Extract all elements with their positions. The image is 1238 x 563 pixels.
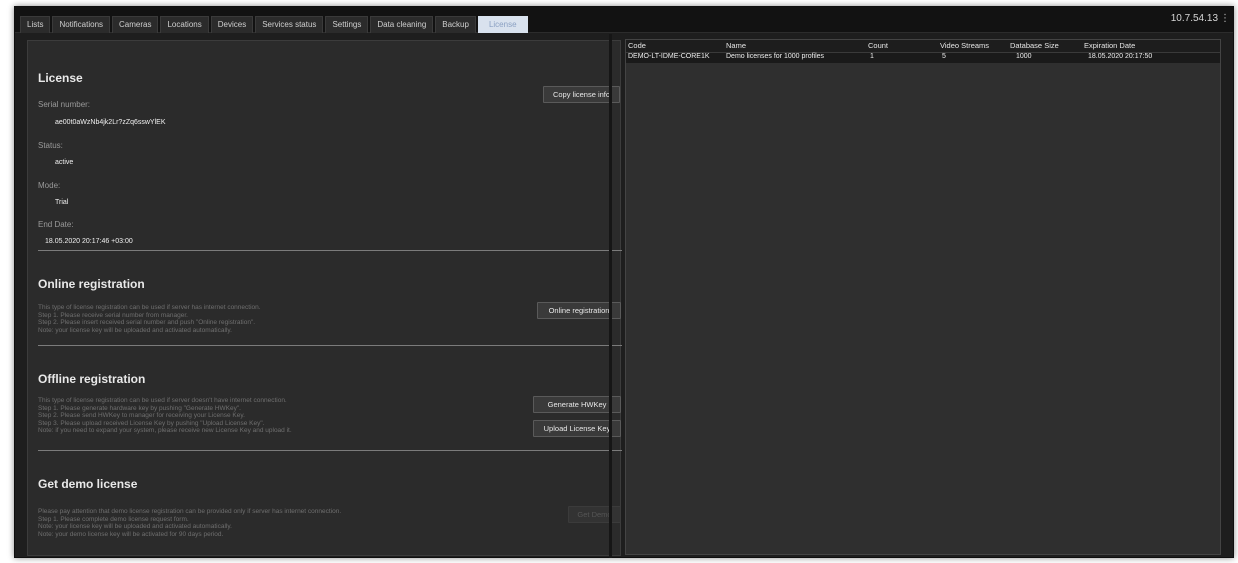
table-row[interactable]: DEMO-LT-IDME-CORE1K Demo licenses for 10…	[626, 53, 1220, 63]
serial-number-value: ae00t0aWzNb4jk2Lr?zZq6sswYlEK	[55, 119, 166, 126]
cell-code: DEMO-LT-IDME-CORE1K	[628, 53, 710, 60]
tab-locations[interactable]: Locations	[160, 16, 209, 33]
demo-license-instructions: Please pay attention that demo license r…	[38, 508, 342, 538]
demo-license-heading: Get demo license	[38, 477, 138, 491]
tab-data-cleaning[interactable]: Data cleaning	[370, 16, 434, 33]
cell-expiration-date: 18.05.2020 20:17:50	[1088, 53, 1153, 60]
tab-notifications[interactable]: Notifications	[52, 16, 111, 33]
status-value: active	[55, 159, 74, 166]
main-window: Lists Notifications Cameras Locations De…	[14, 6, 1234, 558]
upload-license-key-button[interactable]: Upload License Key	[533, 420, 621, 437]
serial-number-label: Serial number:	[38, 100, 91, 109]
column-header-expiration-date[interactable]: Expiration Date	[1084, 41, 1135, 50]
cell-video-streams: 5	[942, 53, 946, 60]
column-header-database-size[interactable]: Database Size	[1010, 41, 1059, 50]
online-registration-heading: Online registration	[38, 277, 145, 291]
tab-settings[interactable]: Settings	[325, 16, 369, 33]
status-label: Status:	[38, 141, 63, 150]
tab-backup[interactable]: Backup	[435, 16, 476, 33]
offline-registration-heading: Offline registration	[38, 372, 146, 386]
mode-value: Trial	[55, 199, 69, 206]
menu-icon[interactable]: ⋮	[1220, 13, 1230, 24]
section-divider	[38, 250, 622, 251]
tab-lists[interactable]: Lists	[20, 16, 51, 33]
top-bar: Lists Notifications Cameras Locations De…	[15, 7, 1233, 33]
generate-hwkey-button[interactable]: Generate HWKey	[533, 396, 621, 413]
column-header-name[interactable]: Name	[726, 41, 746, 50]
column-header-code[interactable]: Code	[628, 41, 646, 50]
tab-devices[interactable]: Devices	[210, 16, 254, 33]
column-header-count[interactable]: Count	[868, 41, 888, 50]
get-demo-button[interactable]: Get Demo	[568, 506, 621, 523]
section-divider	[38, 345, 622, 346]
offline-registration-instructions: This type of license registration can be…	[38, 397, 292, 434]
online-registration-instructions: This type of license registration can be…	[38, 304, 261, 334]
tab-services-status[interactable]: Services status	[255, 16, 324, 33]
license-table: Code Name Count Video Streams Database S…	[625, 39, 1221, 555]
end-date-label: End Date:	[38, 220, 74, 229]
tab-license[interactable]: License	[477, 16, 528, 33]
end-date-value: 18.05.2020 20:17:46 +03:00	[45, 238, 133, 245]
mode-label: Mode:	[38, 181, 61, 190]
license-heading: License	[38, 71, 83, 85]
panel-splitter[interactable]	[609, 34, 612, 558]
cell-name: Demo licenses for 1000 profiles	[726, 53, 825, 60]
tab-bar: Lists Notifications Cameras Locations De…	[20, 16, 530, 33]
cell-database-size: 1000	[1016, 53, 1032, 60]
server-ip-label: 10.7.54.13	[1170, 13, 1218, 24]
column-header-video-streams[interactable]: Video Streams	[940, 41, 989, 50]
table-header: Code Name Count Video Streams Database S…	[626, 40, 1220, 53]
license-panel: License Copy license info Serial number:…	[27, 40, 622, 556]
tab-cameras[interactable]: Cameras	[112, 16, 159, 33]
cell-count: 1	[870, 53, 874, 60]
section-divider	[38, 450, 622, 451]
